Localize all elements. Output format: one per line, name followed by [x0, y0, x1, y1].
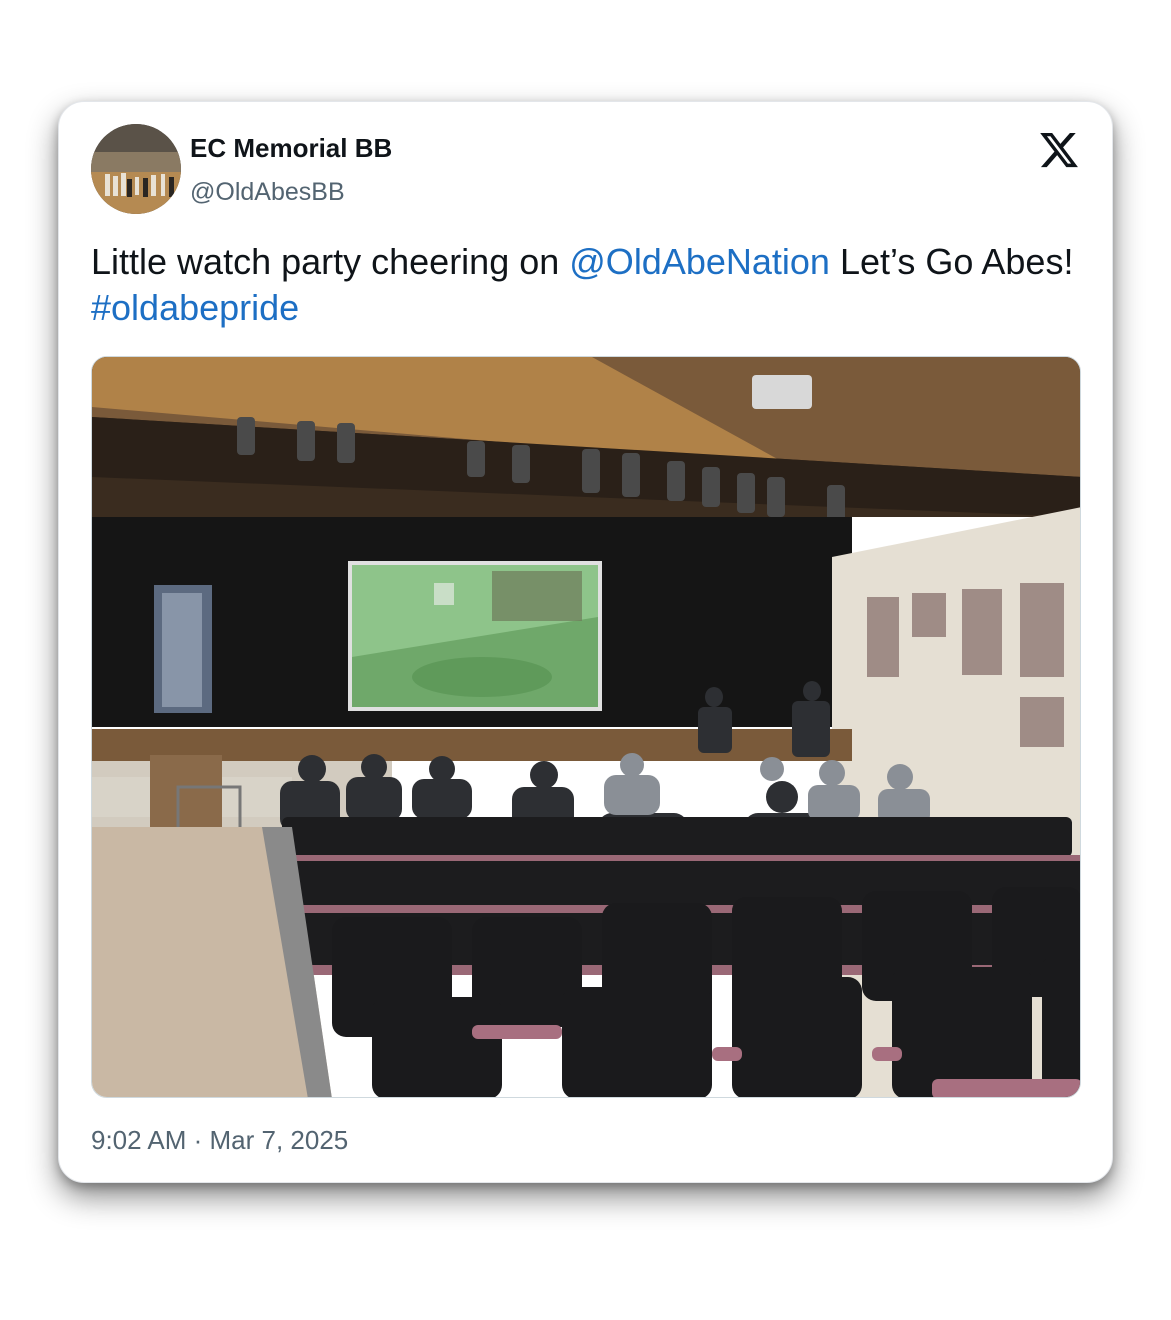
tweet-text: Little watch party cheering on @OldAbeNa… [91, 239, 1081, 331]
author-handle[interactable]: @OldAbesBB [190, 178, 345, 207]
x-logo-icon[interactable] [1037, 129, 1081, 171]
avatar[interactable] [91, 124, 181, 214]
author-name[interactable]: EC Memorial BB [190, 133, 392, 164]
tweet-photo[interactable] [91, 356, 1081, 1098]
hashtag-link[interactable]: #oldabepride [91, 287, 299, 328]
tweet-card[interactable]: EC Memorial BB @OldAbesBB Little watch p… [58, 101, 1113, 1183]
tweet-text-part2: Let’s Go Abes! [829, 241, 1074, 282]
mention-link[interactable]: @OldAbeNation [569, 241, 830, 282]
tweet-timestamp[interactable]: 9:02 AM · Mar 7, 2025 [91, 1125, 348, 1156]
tweet-text-part1: Little watch party cheering on [91, 241, 570, 282]
